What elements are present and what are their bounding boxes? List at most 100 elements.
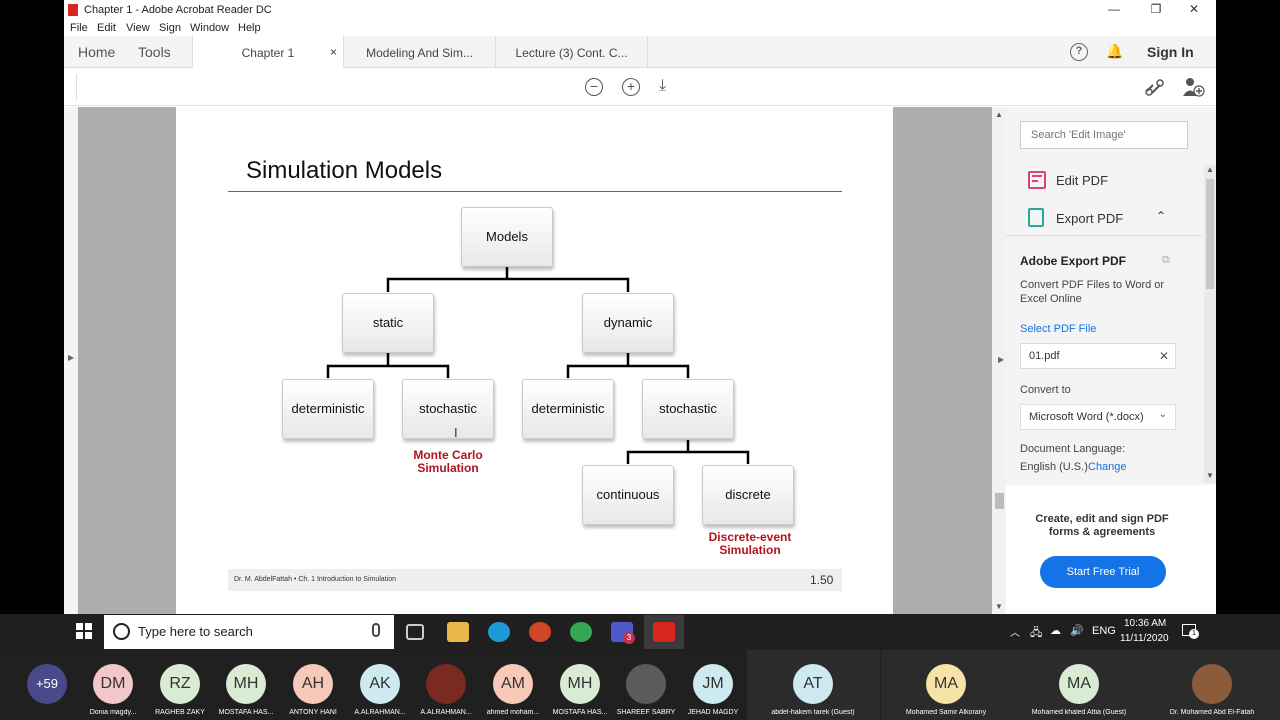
left-pane-toggle[interactable]: ▶ <box>64 107 78 614</box>
copy-icon[interactable]: ⧉ <box>1162 254 1170 267</box>
format-value: Microsoft Word (*.docx) <box>1029 411 1144 423</box>
notification-icon[interactable]: 1 <box>1182 624 1199 639</box>
participant-avatar[interactable]: JM <box>693 664 733 704</box>
expand-left-icon[interactable]: ▶ <box>68 353 74 362</box>
add-user-icon[interactable] <box>1181 76 1205 98</box>
tools-search-input[interactable] <box>1020 121 1188 149</box>
discrete-event-line-2: Simulation <box>719 543 781 557</box>
section-description: Convert PDF Files to Word or Excel Onlin… <box>1020 279 1165 305</box>
participant-avatar[interactable]: AM <box>493 664 533 704</box>
file-name: 01.pdf <box>1029 350 1060 362</box>
zoom-out-button[interactable]: − <box>585 78 603 96</box>
participant-avatar[interactable]: MH <box>226 664 266 704</box>
node-stochastic-static: stochastic <box>402 379 494 439</box>
close-tab-icon[interactable]: × <box>330 45 337 59</box>
teams-badge: 3 <box>623 632 635 644</box>
participant-name: Dr. Mohamed Abd El-Fatah <box>1169 709 1255 716</box>
chevron-down-icon[interactable]: ⌄ <box>1159 409 1167 420</box>
scroll-down-icon[interactable]: ▼ <box>995 602 1003 611</box>
footer-text: Dr. M. AbdelFattah • Ch. 1 Introduction … <box>234 576 396 583</box>
menu-help[interactable]: Help <box>238 22 261 34</box>
clock-date[interactable]: 11/11/2020 <box>1120 633 1169 644</box>
minimize-button[interactable]: — <box>1104 2 1124 16</box>
tab-chapter-1[interactable]: Chapter 1 × <box>192 36 344 68</box>
nav-tools[interactable]: Tools <box>138 44 171 60</box>
node-discrete: discrete <box>702 465 794 525</box>
convert-to-label: Convert to <box>1020 384 1071 396</box>
nav-home[interactable]: Home <box>78 44 115 60</box>
panel-scroll-down-icon[interactable]: ▼ <box>1206 471 1214 480</box>
file-field[interactable]: 01.pdf ✕ <box>1020 343 1176 369</box>
select-file-link[interactable]: Select PDF File <box>1020 323 1096 335</box>
edge-icon[interactable] <box>488 622 510 642</box>
discrete-event-label: Discrete-event Simulation <box>690 531 810 557</box>
file-explorer-icon[interactable] <box>447 622 469 642</box>
fit-page-icon[interactable]: ⤓ <box>659 77 666 95</box>
participant-name: A.ALRAHMAN... <box>420 709 472 716</box>
node-deterministic-dynamic: deterministic <box>522 379 614 439</box>
participant-avatar[interactable]: RZ <box>160 664 200 704</box>
participant-avatar[interactable]: MH <box>560 664 600 704</box>
participant-avatar[interactable]: AK <box>360 664 400 704</box>
windows-start-icon[interactable] <box>76 623 92 639</box>
scroll-up-icon[interactable]: ▲ <box>995 110 1003 119</box>
volume-icon[interactable]: 🔊 <box>1070 624 1084 637</box>
taskbar-search-placeholder: Type here to search <box>138 624 253 639</box>
task-view-icon[interactable] <box>406 624 424 640</box>
right-tools-panel: ▶ Edit PDF Export PDF ⌃ Adobe Export PDF… <box>998 107 1216 614</box>
participant-avatar[interactable]: AT <box>793 664 833 704</box>
promo-box: Create, edit and sign PDF forms & agreem… <box>1006 485 1216 614</box>
clock-time[interactable]: 10:36 AM <box>1124 618 1166 629</box>
start-free-trial-button[interactable]: Start Free Trial <box>1040 556 1166 588</box>
share-link-icon[interactable] <box>1144 77 1166 97</box>
participant-avatar[interactable]: DM <box>93 664 133 704</box>
network-icon[interactable]: 🖧 <box>1030 624 1042 643</box>
clear-file-icon[interactable]: ✕ <box>1159 349 1169 363</box>
participant-name: RAGHEB ZAKY <box>155 709 205 716</box>
panel-scrollbar[interactable]: ▲ ▼ <box>1204 165 1216 483</box>
participant-avatar[interactable] <box>426 664 466 704</box>
panel-scroll-up-icon[interactable]: ▲ <box>1206 165 1214 174</box>
document-area: Simulation Models Models static dynamic … <box>78 107 992 614</box>
edit-pdf-tool[interactable]: Edit PDF <box>1056 173 1108 188</box>
zoom-in-button[interactable]: + <box>622 78 640 96</box>
chevron-up-icon[interactable]: ⌃ <box>1156 209 1166 223</box>
tray-chevron-icon[interactable]: ︿ <box>1010 624 1020 639</box>
sign-in-button[interactable]: Sign In <box>1147 44 1194 60</box>
menu-view[interactable]: View <box>126 22 150 34</box>
tab-lecture[interactable]: Lecture (3) Cont. C... <box>496 36 648 68</box>
collapse-right-icon[interactable]: ▶ <box>998 355 1004 364</box>
format-select[interactable]: Microsoft Word (*.docx) ⌄ <box>1020 404 1176 430</box>
chrome-icon[interactable] <box>570 622 592 642</box>
participant-avatar[interactable]: MA <box>926 664 966 704</box>
restore-button[interactable]: ❐ <box>1146 2 1166 16</box>
onedrive-icon[interactable]: ☁ <box>1050 624 1061 637</box>
cortana-icon <box>113 623 130 640</box>
taskbar-search[interactable]: Type here to search <box>104 615 394 649</box>
menu-sign[interactable]: Sign <box>159 22 181 34</box>
page-number: 1.50 <box>810 573 834 587</box>
panel-scroll-thumb[interactable] <box>1206 179 1214 289</box>
help-icon[interactable]: ? <box>1070 43 1088 61</box>
participant-avatar[interactable] <box>626 664 666 704</box>
microphone-icon[interactable] <box>372 623 380 637</box>
language-indicator[interactable]: ENG <box>1092 625 1116 637</box>
close-window-button[interactable]: ✕ <box>1184 2 1204 16</box>
tab-modeling[interactable]: Modeling And Sim... <box>344 36 496 68</box>
menu-file[interactable]: File <box>70 22 88 34</box>
powerpoint-icon[interactable] <box>529 622 551 642</box>
teams-icon[interactable]: 3 <box>611 622 635 644</box>
title-bar: Chapter 1 - Adobe Acrobat Reader DC — ❐ … <box>64 0 1216 20</box>
participant-avatar[interactable] <box>1192 664 1232 704</box>
more-participants-button[interactable]: +59 <box>27 664 67 704</box>
bell-icon[interactable]: 🔔 <box>1106 43 1123 60</box>
menu-window[interactable]: Window <box>190 22 229 34</box>
participant-avatar[interactable]: MA <box>1059 664 1099 704</box>
export-pdf-tool[interactable]: Export PDF <box>1056 211 1123 226</box>
change-language-link[interactable]: Change <box>1088 461 1127 473</box>
menu-edit[interactable]: Edit <box>97 22 116 34</box>
acrobat-taskbar-active[interactable] <box>644 615 684 649</box>
participant-name: A.ALRAHMAN... <box>354 709 406 716</box>
scroll-thumb[interactable] <box>995 493 1004 509</box>
participant-avatar[interactable]: AH <box>293 664 333 704</box>
